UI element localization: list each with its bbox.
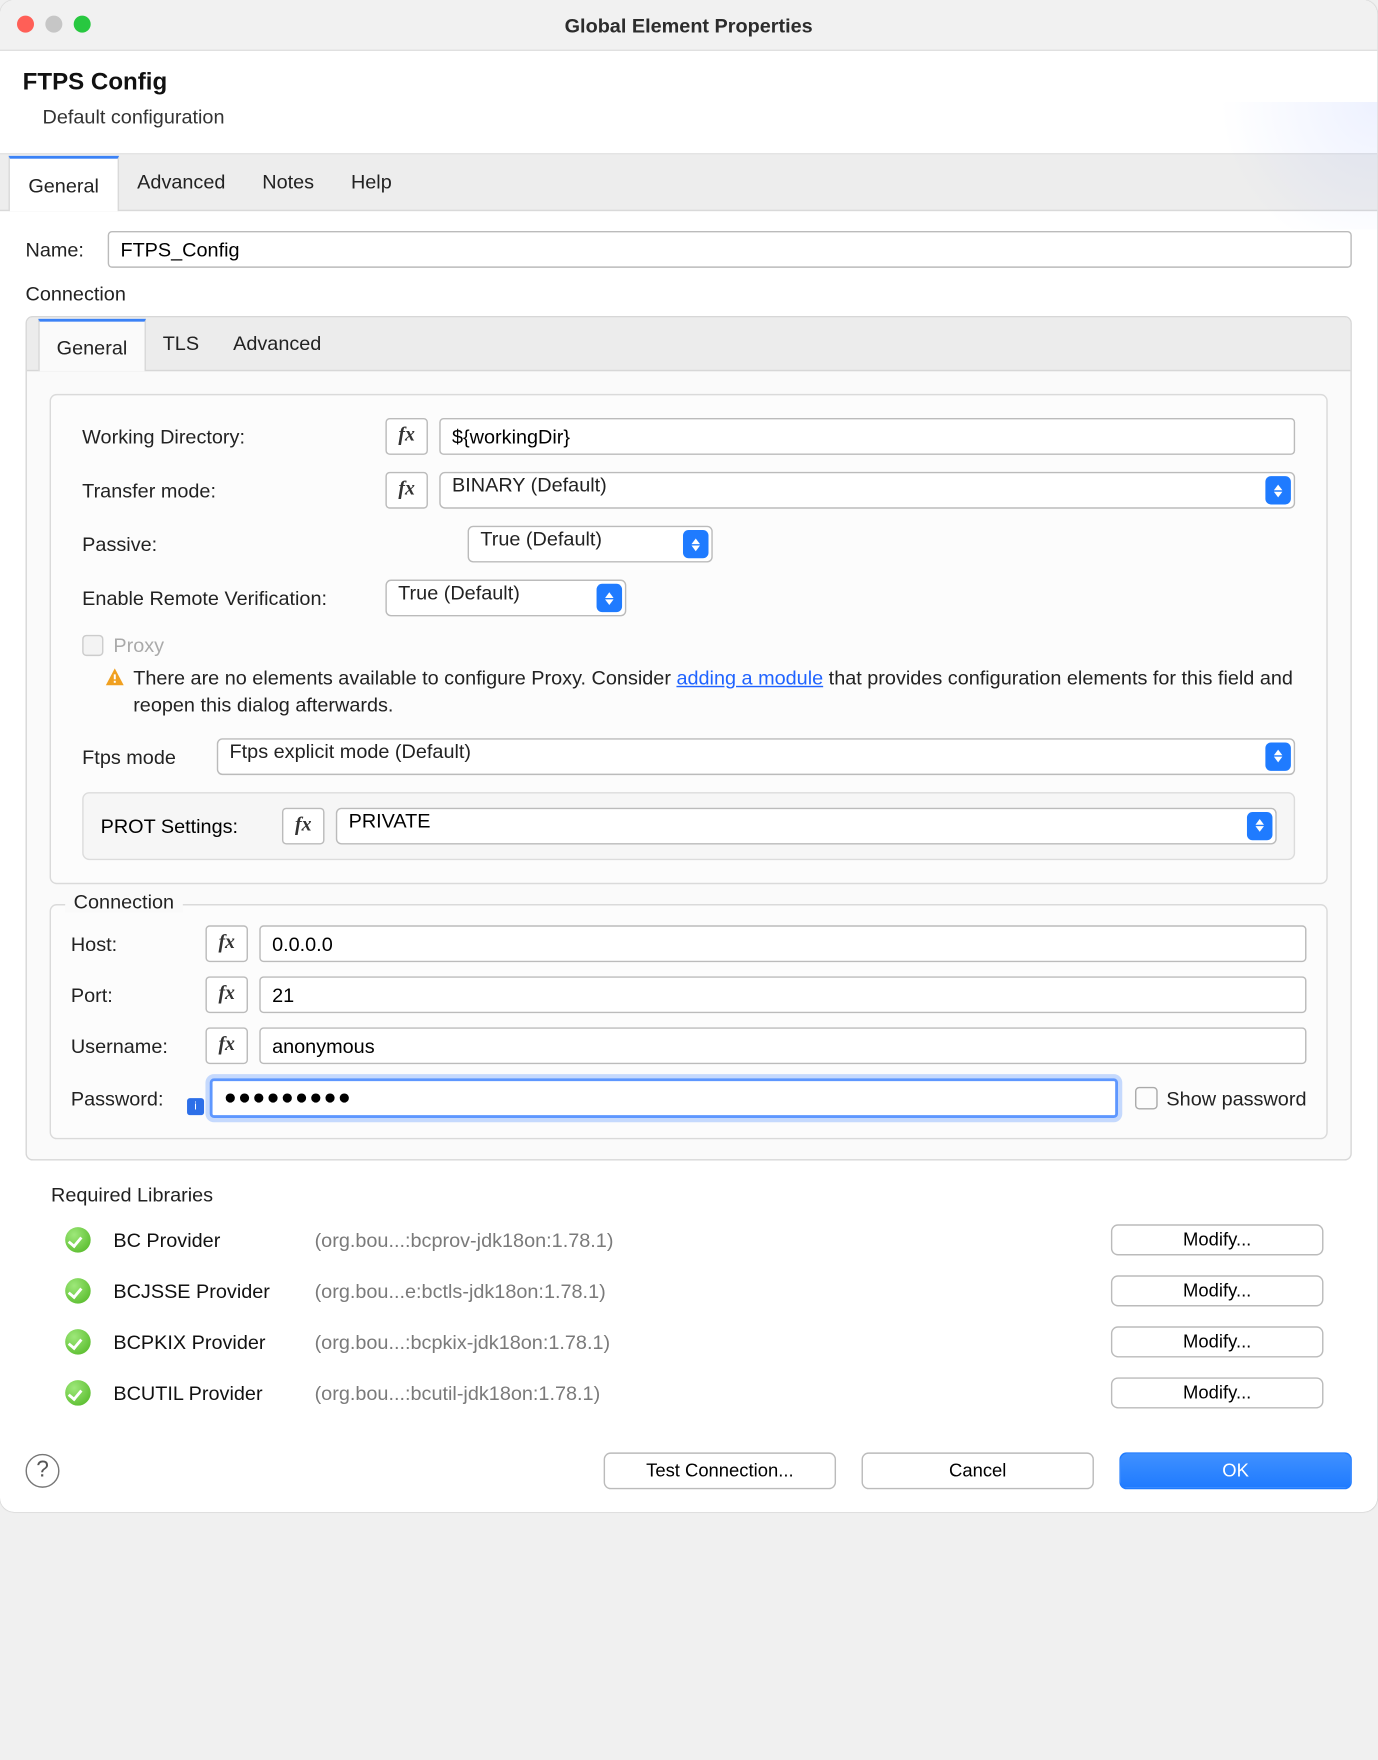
fx-button-host[interactable]: fx	[205, 925, 248, 962]
passive-label: Passive:	[82, 533, 467, 556]
window-maximize-button[interactable]	[74, 16, 91, 33]
ok-check-icon	[65, 1329, 91, 1355]
ok-button[interactable]: OK	[1119, 1452, 1351, 1489]
name-label: Name:	[26, 238, 108, 261]
help-button[interactable]: ?	[26, 1454, 60, 1488]
ok-check-icon	[65, 1380, 91, 1406]
fx-button-prot[interactable]: fx	[282, 807, 325, 844]
ftps-mode-value: Ftps explicit mode (Default)	[217, 738, 1295, 775]
library-name: BCPKIX Provider	[113, 1330, 309, 1353]
library-name: BC Provider	[113, 1228, 309, 1251]
page-subheading: Default configuration	[23, 105, 1355, 128]
fx-button-transfer[interactable]: fx	[385, 472, 428, 509]
library-detail: (org.bou...:bcpkix-jdk18on:1.78.1)	[315, 1330, 1106, 1353]
ok-check-icon	[65, 1278, 91, 1304]
host-label: Host:	[71, 932, 206, 955]
tab-general[interactable]: General	[9, 156, 119, 211]
library-detail: (org.bou...e:bctls-jdk18on:1.78.1)	[315, 1279, 1106, 1302]
main-tabbar: General Advanced Notes Help	[0, 154, 1377, 211]
titlebar: Global Element Properties	[0, 0, 1377, 51]
username-label: Username:	[71, 1034, 206, 1057]
dropdown-icon	[683, 530, 709, 558]
passive-select[interactable]: True (Default)	[468, 526, 713, 563]
modify-button[interactable]: Modify...	[1111, 1275, 1324, 1306]
library-row: BC Provider (org.bou...:bcprov-jdk18on:1.…	[26, 1214, 1352, 1265]
working-dir-input[interactable]	[439, 418, 1295, 455]
prot-settings-value: PRIVATE	[336, 807, 1277, 844]
tab-help[interactable]: Help	[333, 154, 411, 209]
show-password-label: Show password	[1166, 1087, 1306, 1110]
subtab-tls[interactable]: TLS	[146, 317, 216, 369]
transfer-mode-value: BINARY (Default)	[439, 472, 1295, 509]
prot-settings-label: PROT Settings:	[101, 814, 282, 837]
prot-settings-select[interactable]: PRIVATE	[336, 807, 1277, 844]
remote-verify-label: Enable Remote Verification:	[82, 587, 385, 610]
dropdown-icon	[1247, 812, 1273, 840]
port-input[interactable]	[259, 976, 1306, 1013]
transfer-mode-label: Transfer mode:	[82, 479, 385, 502]
library-name: BCJSSE Provider	[113, 1279, 309, 1302]
page-heading: FTPS Config	[23, 68, 1355, 96]
proxy-label: Proxy	[113, 633, 164, 656]
tab-advanced[interactable]: Advanced	[119, 154, 244, 209]
modify-button[interactable]: Modify...	[1111, 1224, 1324, 1255]
password-label: Password:	[71, 1087, 187, 1110]
required-libraries-heading: Required Libraries	[51, 1183, 1352, 1206]
cancel-button[interactable]: Cancel	[862, 1452, 1094, 1489]
library-detail: (org.bou...:bcprov-jdk18on:1.78.1)	[315, 1228, 1106, 1251]
host-input[interactable]	[259, 925, 1306, 962]
library-name: BCUTIL Provider	[113, 1381, 309, 1404]
library-row: BCUTIL Provider (org.bou...:bcutil-jdk18o…	[26, 1367, 1352, 1418]
password-input[interactable]	[210, 1078, 1119, 1118]
dropdown-icon	[1265, 742, 1291, 770]
proxy-warning-text: There are no elements available to confi…	[133, 665, 1295, 719]
dropdown-icon	[1265, 476, 1291, 504]
library-row: BCJSSE Provider (org.bou...e:bctls-jdk18o…	[26, 1265, 1352, 1316]
fx-button-port[interactable]: fx	[205, 976, 248, 1013]
connection-legend: Connection	[65, 890, 182, 913]
tab-notes[interactable]: Notes	[244, 154, 333, 209]
connection-section-label: Connection	[26, 282, 1352, 305]
subtab-general[interactable]: General	[38, 319, 145, 371]
window-minimize-button[interactable]	[45, 16, 62, 33]
modify-button[interactable]: Modify...	[1111, 1326, 1324, 1357]
add-module-link[interactable]: adding a module	[676, 666, 823, 689]
fx-button-username[interactable]: fx	[205, 1027, 248, 1064]
subtab-advanced[interactable]: Advanced	[216, 317, 338, 369]
ok-check-icon	[65, 1227, 91, 1253]
fx-button-workingdir[interactable]: fx	[385, 418, 428, 455]
transfer-mode-select[interactable]: BINARY (Default)	[439, 472, 1295, 509]
dropdown-icon	[597, 584, 623, 612]
show-password-checkbox[interactable]	[1135, 1087, 1158, 1110]
port-label: Port:	[71, 983, 206, 1006]
warning-icon	[105, 667, 125, 687]
passive-value: True (Default)	[468, 526, 713, 563]
working-dir-label: Working Directory:	[82, 425, 385, 448]
library-row: BCPKIX Provider (org.bou...:bcpkix-jdk18o…	[26, 1316, 1352, 1367]
ftps-mode-label: Ftps mode	[82, 745, 217, 768]
ftps-mode-select[interactable]: Ftps explicit mode (Default)	[217, 738, 1295, 775]
info-badge-icon: i	[187, 1098, 204, 1115]
remote-verify-value: True (Default)	[385, 580, 626, 617]
proxy-checkbox	[82, 634, 103, 655]
name-input[interactable]	[108, 231, 1352, 268]
window-title: Global Element Properties	[565, 13, 813, 36]
window-close-button[interactable]	[17, 16, 34, 33]
library-detail: (org.bou...:bcutil-jdk18on:1.78.1)	[315, 1381, 1106, 1404]
remote-verify-select[interactable]: True (Default)	[385, 580, 626, 617]
modify-button[interactable]: Modify...	[1111, 1377, 1324, 1408]
username-input[interactable]	[259, 1027, 1306, 1064]
test-connection-button[interactable]: Test Connection...	[604, 1452, 836, 1489]
